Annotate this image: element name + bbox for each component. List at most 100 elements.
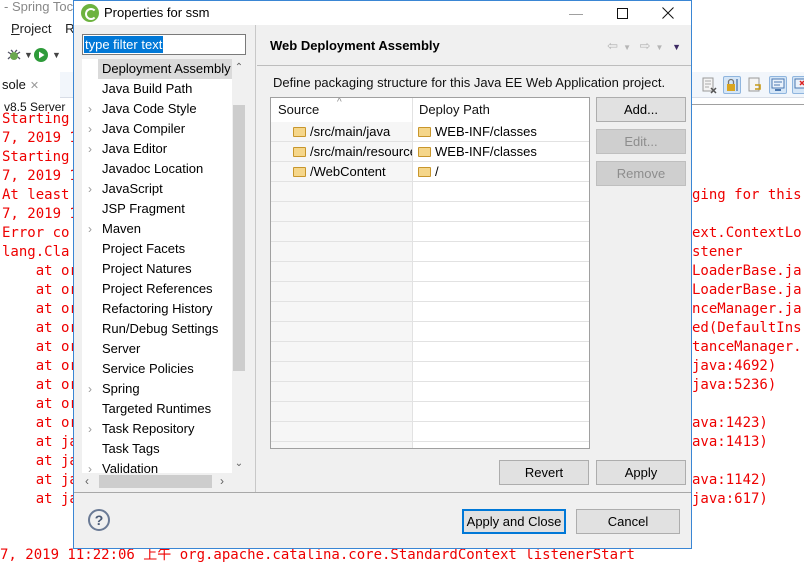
scroll-left-arrow-icon[interactable]: ‹: [85, 473, 89, 490]
pane-divider[interactable]: [255, 25, 256, 492]
tree-item[interactable]: › Java Compiler: [82, 119, 232, 139]
deploy-path-cell: [413, 362, 589, 381]
view-menu-icon[interactable]: ▼: [672, 42, 681, 52]
source-cell: [271, 302, 412, 321]
tab-console-label: sole: [2, 77, 26, 92]
forward-dropdown-icon[interactable]: ▼: [656, 43, 664, 52]
table-row[interactable]: [271, 302, 589, 322]
back-dropdown-icon[interactable]: ▼: [623, 43, 631, 52]
chevron-right-icon[interactable]: ›: [88, 379, 92, 399]
tree-horizontal-scrollbar[interactable]: ‹ ›: [82, 473, 232, 490]
column-header-deploy-path[interactable]: Deploy Path: [413, 98, 589, 122]
close-icon[interactable]: ✕: [30, 80, 39, 92]
chevron-right-icon[interactable]: ›: [88, 139, 92, 159]
forward-arrow-icon[interactable]: ⇨: [640, 38, 651, 53]
table-row[interactable]: /WebContent /: [271, 162, 589, 182]
console-line: tanceManager.: [692, 339, 802, 355]
tree-item[interactable]: › Task Repository: [82, 419, 232, 439]
tree-item-label: Project Natures: [102, 261, 192, 276]
word-wrap-icon[interactable]: [746, 76, 764, 94]
debug-bug-icon[interactable]: [6, 47, 22, 63]
close-button[interactable]: [645, 1, 691, 25]
table-row[interactable]: [271, 182, 589, 202]
deploy-path: /: [435, 164, 439, 179]
chevron-right-icon[interactable]: ›: [88, 419, 92, 439]
dialog-title: Properties for ssm: [104, 5, 210, 20]
pin-console-icon[interactable]: [769, 76, 787, 94]
tree-item[interactable]: › Maven: [82, 219, 232, 239]
scrollbar-thumb[interactable]: [99, 475, 212, 488]
chevron-right-icon[interactable]: ›: [88, 179, 92, 199]
display-console-icon[interactable]: [792, 76, 804, 94]
tree-item[interactable]: Project Facets: [82, 239, 232, 259]
console-line: at or: [2, 415, 78, 431]
tree-item[interactable]: JSP Fragment: [82, 199, 232, 219]
tree-item[interactable]: Project Natures: [82, 259, 232, 279]
chevron-right-icon[interactable]: ›: [88, 119, 92, 139]
tree-vertical-scrollbar[interactable]: ⌃ ⌄: [232, 59, 246, 473]
minimize-button[interactable]: —: [553, 1, 599, 25]
dropdown-arrow-icon[interactable]: ▼: [52, 47, 68, 63]
tree-item[interactable]: › JavaScript: [82, 179, 232, 199]
tree-item[interactable]: Javadoc Location: [82, 159, 232, 179]
tab-console[interactable]: sole ✕: [0, 72, 60, 98]
chevron-right-icon[interactable]: ›: [88, 99, 92, 119]
tree-item[interactable]: Server: [82, 339, 232, 359]
scroll-right-arrow-icon[interactable]: ›: [220, 473, 224, 490]
console-line: ext.ContextLo: [692, 225, 802, 241]
table-row[interactable]: [271, 402, 589, 422]
deploy-path-cell: [413, 202, 589, 221]
tree-item[interactable]: Service Policies: [82, 359, 232, 379]
table-row[interactable]: [271, 442, 589, 448]
tree-item[interactable]: Deployment Assembly: [98, 59, 232, 79]
maximize-button[interactable]: [599, 1, 645, 25]
run-icon[interactable]: [33, 47, 49, 63]
back-arrow-icon[interactable]: ⇦: [607, 38, 618, 53]
scroll-lock-icon[interactable]: [723, 76, 741, 94]
table-row[interactable]: /src/main/resources WEB-INF/classes: [271, 142, 589, 162]
column-header-label: Deploy Path: [419, 102, 490, 117]
tree-item[interactable]: Run/Debug Settings: [82, 319, 232, 339]
table-row[interactable]: [271, 242, 589, 262]
deploy-path-cell: [413, 402, 589, 421]
apply-and-close-button[interactable]: Apply and Close: [462, 509, 566, 534]
menu-project[interactable]: Project: [11, 21, 51, 36]
scroll-up-arrow-icon[interactable]: ⌃: [232, 61, 246, 75]
table-row[interactable]: [271, 262, 589, 282]
tree-item[interactable]: Project References: [82, 279, 232, 299]
tree-item[interactable]: › Java Code Style: [82, 99, 232, 119]
table-row[interactable]: [271, 342, 589, 362]
tree-item[interactable]: › Spring: [82, 379, 232, 399]
clear-console-icon[interactable]: [700, 76, 718, 94]
tree-item[interactable]: Task Tags: [82, 439, 232, 459]
filter-input[interactable]: type filter text: [82, 34, 246, 55]
help-icon[interactable]: ?: [88, 509, 110, 531]
scroll-down-arrow-icon[interactable]: ⌄: [232, 457, 246, 471]
tree-item[interactable]: › Validation: [82, 459, 232, 473]
table-row[interactable]: [271, 202, 589, 222]
cancel-button[interactable]: Cancel: [576, 509, 680, 534]
table-row[interactable]: /src/main/java WEB-INF/classes: [271, 122, 589, 142]
source-cell: [271, 382, 412, 401]
edit-button[interactable]: Edit...: [596, 129, 686, 154]
revert-button[interactable]: Revert: [499, 460, 589, 485]
tree-item[interactable]: › Java Editor: [82, 139, 232, 159]
chevron-right-icon[interactable]: ›: [88, 459, 92, 473]
deploy-path-cell: [413, 282, 589, 301]
table-row[interactable]: [271, 382, 589, 402]
add-button[interactable]: Add...: [596, 97, 686, 122]
table-row[interactable]: [271, 222, 589, 242]
table-row[interactable]: [271, 322, 589, 342]
column-header-source[interactable]: ^ Source: [271, 98, 412, 122]
apply-button[interactable]: Apply: [596, 460, 686, 485]
table-row[interactable]: [271, 282, 589, 302]
table-row[interactable]: [271, 422, 589, 442]
remove-button[interactable]: Remove: [596, 161, 686, 186]
scrollbar-thumb[interactable]: [233, 105, 245, 371]
tree-item[interactable]: Targeted Runtimes: [82, 399, 232, 419]
chevron-right-icon[interactable]: ›: [88, 219, 92, 239]
tree-item[interactable]: Java Build Path: [82, 79, 232, 99]
source-cell: [271, 402, 412, 421]
table-row[interactable]: [271, 362, 589, 382]
tree-item[interactable]: Refactoring History: [82, 299, 232, 319]
